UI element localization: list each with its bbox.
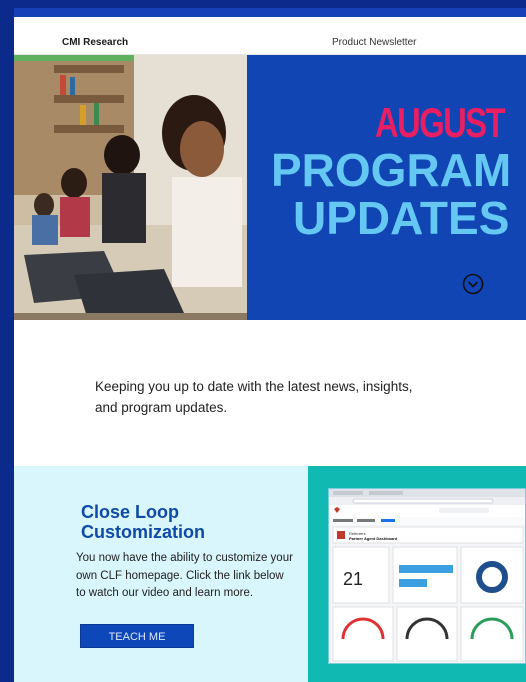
newsletter-label: Product Newsletter — [332, 37, 417, 48]
brand-name: CMI Research — [62, 37, 129, 48]
hero-month: AUGUST — [375, 99, 506, 146]
hero-banner: AUGUST PROGRAM UPDATES — [14, 55, 526, 320]
intro-text: Keeping you up to date with the latest n… — [95, 379, 413, 415]
feature-image-panel: Referrers Partner Agent Dashboard 21 — [308, 466, 526, 682]
teach-me-button[interactable]: TEACH ME — [80, 624, 194, 648]
intro-section: Keeping you up to date with the latest n… — [14, 320, 526, 466]
chevron-down-icon[interactable] — [462, 273, 484, 295]
feature-description: You now have the ability to customize yo… — [76, 552, 293, 599]
hero-line-program: PROGRAM — [271, 144, 512, 196]
kpi-value: 21 — [343, 569, 363, 589]
dashboard-subtitle: Partner Agent Dashboard — [349, 536, 398, 541]
dashboard-screenshot: Referrers Partner Agent Dashboard 21 — [328, 488, 526, 664]
hero-line-updates: UPDATES — [293, 192, 510, 244]
header: CMI Research Product Newsletter — [14, 17, 526, 55]
hero-photo — [14, 55, 247, 320]
feature-section: Close Loop Customization You now have th… — [14, 466, 526, 682]
top-accent-bar — [14, 8, 526, 17]
hero-headline: AUGUST PROGRAM UPDATES — [247, 55, 526, 320]
feature-title: Close Loop Customization — [81, 502, 205, 542]
people-at-laptops-image — [14, 55, 247, 320]
newsletter-frame: CMI Research Product Newsletter AUGUST P… — [14, 8, 526, 682]
dashboard-preview-image: Referrers Partner Agent Dashboard 21 — [329, 489, 525, 663]
